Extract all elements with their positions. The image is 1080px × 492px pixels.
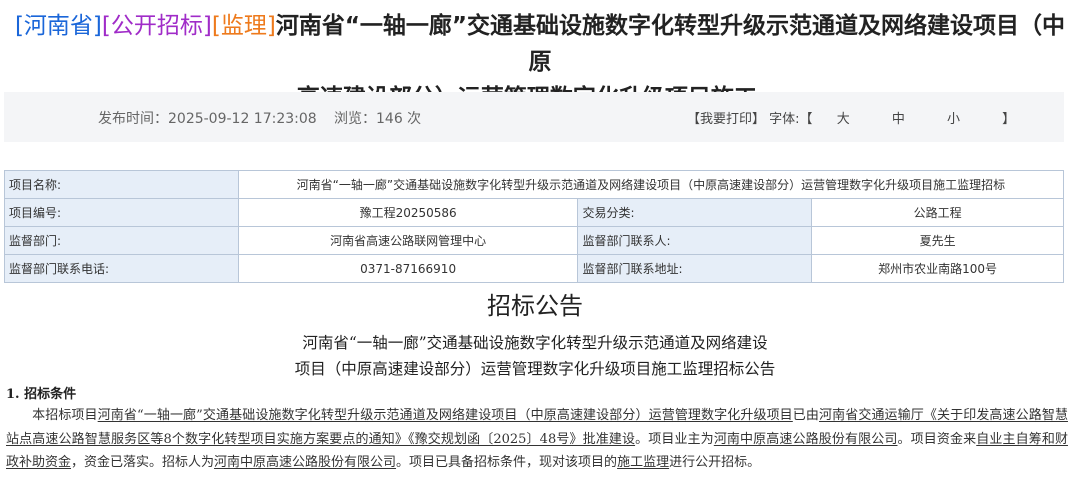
notice-subtitle-line-1: 河南省“一轴一廊”交通基础设施数字化转型升级示范通道及网络建设: [302, 334, 768, 352]
table-row: 监督部门: 河南省高速公路联网管理中心 监督部门联系人: 夏先生: [4, 226, 1064, 255]
notice-heading: 招标公告: [487, 292, 583, 320]
supervisor-value: 河南省高速公路联网管理中心: [237, 226, 579, 255]
address-value: 郑州市农业南路100号: [811, 254, 1064, 283]
project-no-value: 豫工程20250586: [237, 198, 579, 227]
font-small-button[interactable]: 小: [947, 108, 960, 127]
project-name-value: 河南省“一轴一廊”交通基础设施数字化转型升级示范通道及网络建设项目（中原高速建设…: [237, 170, 1065, 199]
project-no-label: 项目编号:: [4, 198, 239, 227]
table-row: 监督部门联系电话: 0371-87166910 监督部门联系地址: 郑州市农业南…: [4, 254, 1064, 283]
trade-type-label: 交易分类:: [577, 198, 813, 227]
text-segment: 进行公开招标。: [669, 455, 761, 470]
publish-time: 发布时间：2025-09-12 17:23:08: [98, 111, 317, 127]
project-name-label: 项目名称:: [4, 170, 239, 199]
notice-subtitle: 河南省“一轴一廊”交通基础设施数字化转型升级示范通道及网络建设 项目（中原高速建…: [0, 330, 1070, 382]
font-large-button[interactable]: 大: [837, 108, 850, 127]
project-info-table: 项目名称: 河南省“一轴一廊”交通基础设施数字化转型升级示范通道及网络建设项目（…: [4, 170, 1065, 283]
text-segment: ，资金已落实。招标人为: [71, 455, 215, 470]
section-heading: 1. 招标条件: [6, 387, 77, 402]
phone-value: 0371-87166910: [237, 254, 579, 283]
text-segment: 。项目业主为: [635, 431, 714, 447]
font-medium-button[interactable]: 中: [892, 108, 905, 127]
text-segment: 已由: [792, 408, 820, 423]
table-row: 项目编号: 豫工程20250586 交易分类: 公路工程: [4, 198, 1064, 227]
project-link[interactable]: 河南省“一轴一廊”交通基础设施数字化转型升级示范通道及网络建设项目（中原高速建设…: [98, 408, 793, 423]
contact-label: 监督部门联系人:: [577, 226, 813, 255]
notice-subtitle-line-2: 项目（中原高速建设部分）运营管理数字化升级项目施工监理招标公告: [294, 360, 776, 378]
font-size-label: 字体:【: [769, 112, 813, 127]
text-segment: 。项目已具备招标条件，现对该项目的: [396, 455, 618, 470]
scope-link[interactable]: 施工监理: [617, 455, 669, 470]
owner-link[interactable]: 河南中原高速公路股份有限公司: [714, 432, 898, 447]
contact-value: 夏先生: [811, 226, 1064, 255]
region-tag[interactable]: [河南省]: [15, 13, 102, 39]
address-label: 监督部门联系地址:: [577, 254, 813, 283]
phone-label: 监督部门联系电话:: [4, 254, 239, 283]
title-line-1: 河南省“一轴一廊”交通基础设施数字化转型升级示范通道及网络建设项目（中原: [275, 13, 1066, 75]
trade-type-value: 公路工程: [811, 198, 1064, 227]
page-tools: 【我要打印】 字体:【 大 中 小 】: [687, 108, 1015, 127]
font-size-close: 】: [1002, 112, 1016, 127]
category-tag[interactable]: [监理]: [212, 13, 276, 39]
view-count: 浏览：146 次: [334, 111, 422, 127]
info-bar: 发布时间：2025-09-12 17:23:08 浏览：146 次 【我要打印】…: [4, 92, 1064, 142]
tender-type-tag[interactable]: [公开招标]: [102, 13, 212, 39]
text-segment: 本招标项目: [32, 408, 98, 423]
text-segment: 。项目资金来: [897, 431, 977, 447]
table-row: 项目名称: 河南省“一轴一廊”交通基础设施数字化转型升级示范通道及网络建设项目（…: [4, 170, 1065, 199]
tenderer-link[interactable]: 河南中原高速公路股份有限公司: [214, 455, 396, 470]
print-link[interactable]: 【我要打印】: [687, 108, 765, 127]
tender-conditions-paragraph: 本招标项目河南省“一轴一廊”交通基础设施数字化转型升级示范通道及网络建设项目（中…: [6, 404, 1068, 475]
supervisor-label: 监督部门:: [4, 226, 239, 255]
